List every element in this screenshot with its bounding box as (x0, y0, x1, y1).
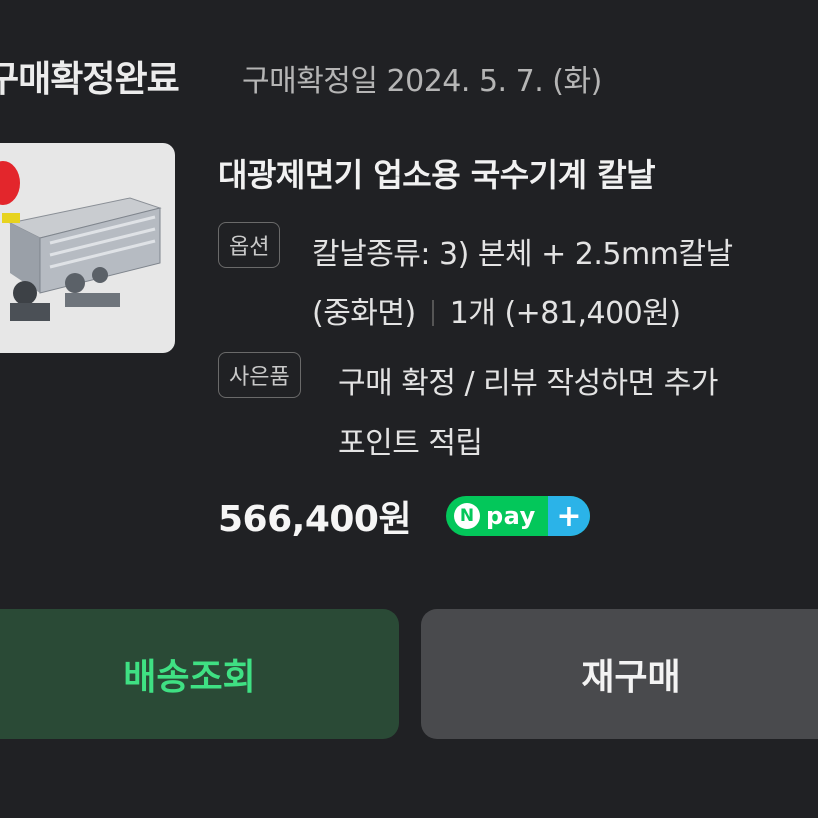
order-status: 구매확정완료 (0, 59, 180, 100)
option-tag: 옵션 (218, 222, 281, 268)
npay-plus-badge: N pay + (446, 496, 590, 536)
noodle-machine-image (2, 197, 162, 321)
order-price: 566,400원 (218, 499, 412, 540)
confirm-date: 구매확정일 2024. 5. 7. (화) (242, 64, 602, 99)
plus-icon: + (548, 496, 590, 536)
product-title[interactable]: 대광제면기 업소용 국수기계 칼날 (218, 150, 656, 196)
npay-label: pay (486, 502, 536, 530)
gift-text: 구매 확정 / 리뷰 작성하면 추가 (338, 366, 719, 401)
product-thumbnail[interactable] (0, 143, 175, 353)
gift-tag: 사은품 (218, 352, 301, 398)
option-qty-price: 1개 (+81,400원) (449, 296, 681, 331)
naver-n-icon: N (454, 503, 480, 529)
gift-text-continued: 포인트 적립 (338, 426, 483, 461)
option-variant: (중화면) (312, 296, 416, 331)
divider (431, 300, 434, 326)
option-detail: (중화면) 1개 (+81,400원) (312, 288, 681, 332)
option-text: 칼날종류: 3) 본체 + 2.5mm칼날 (312, 237, 733, 272)
track-delivery-button[interactable]: 배송조회 (0, 609, 399, 739)
rebuy-button[interactable]: 재구매 (421, 609, 818, 739)
